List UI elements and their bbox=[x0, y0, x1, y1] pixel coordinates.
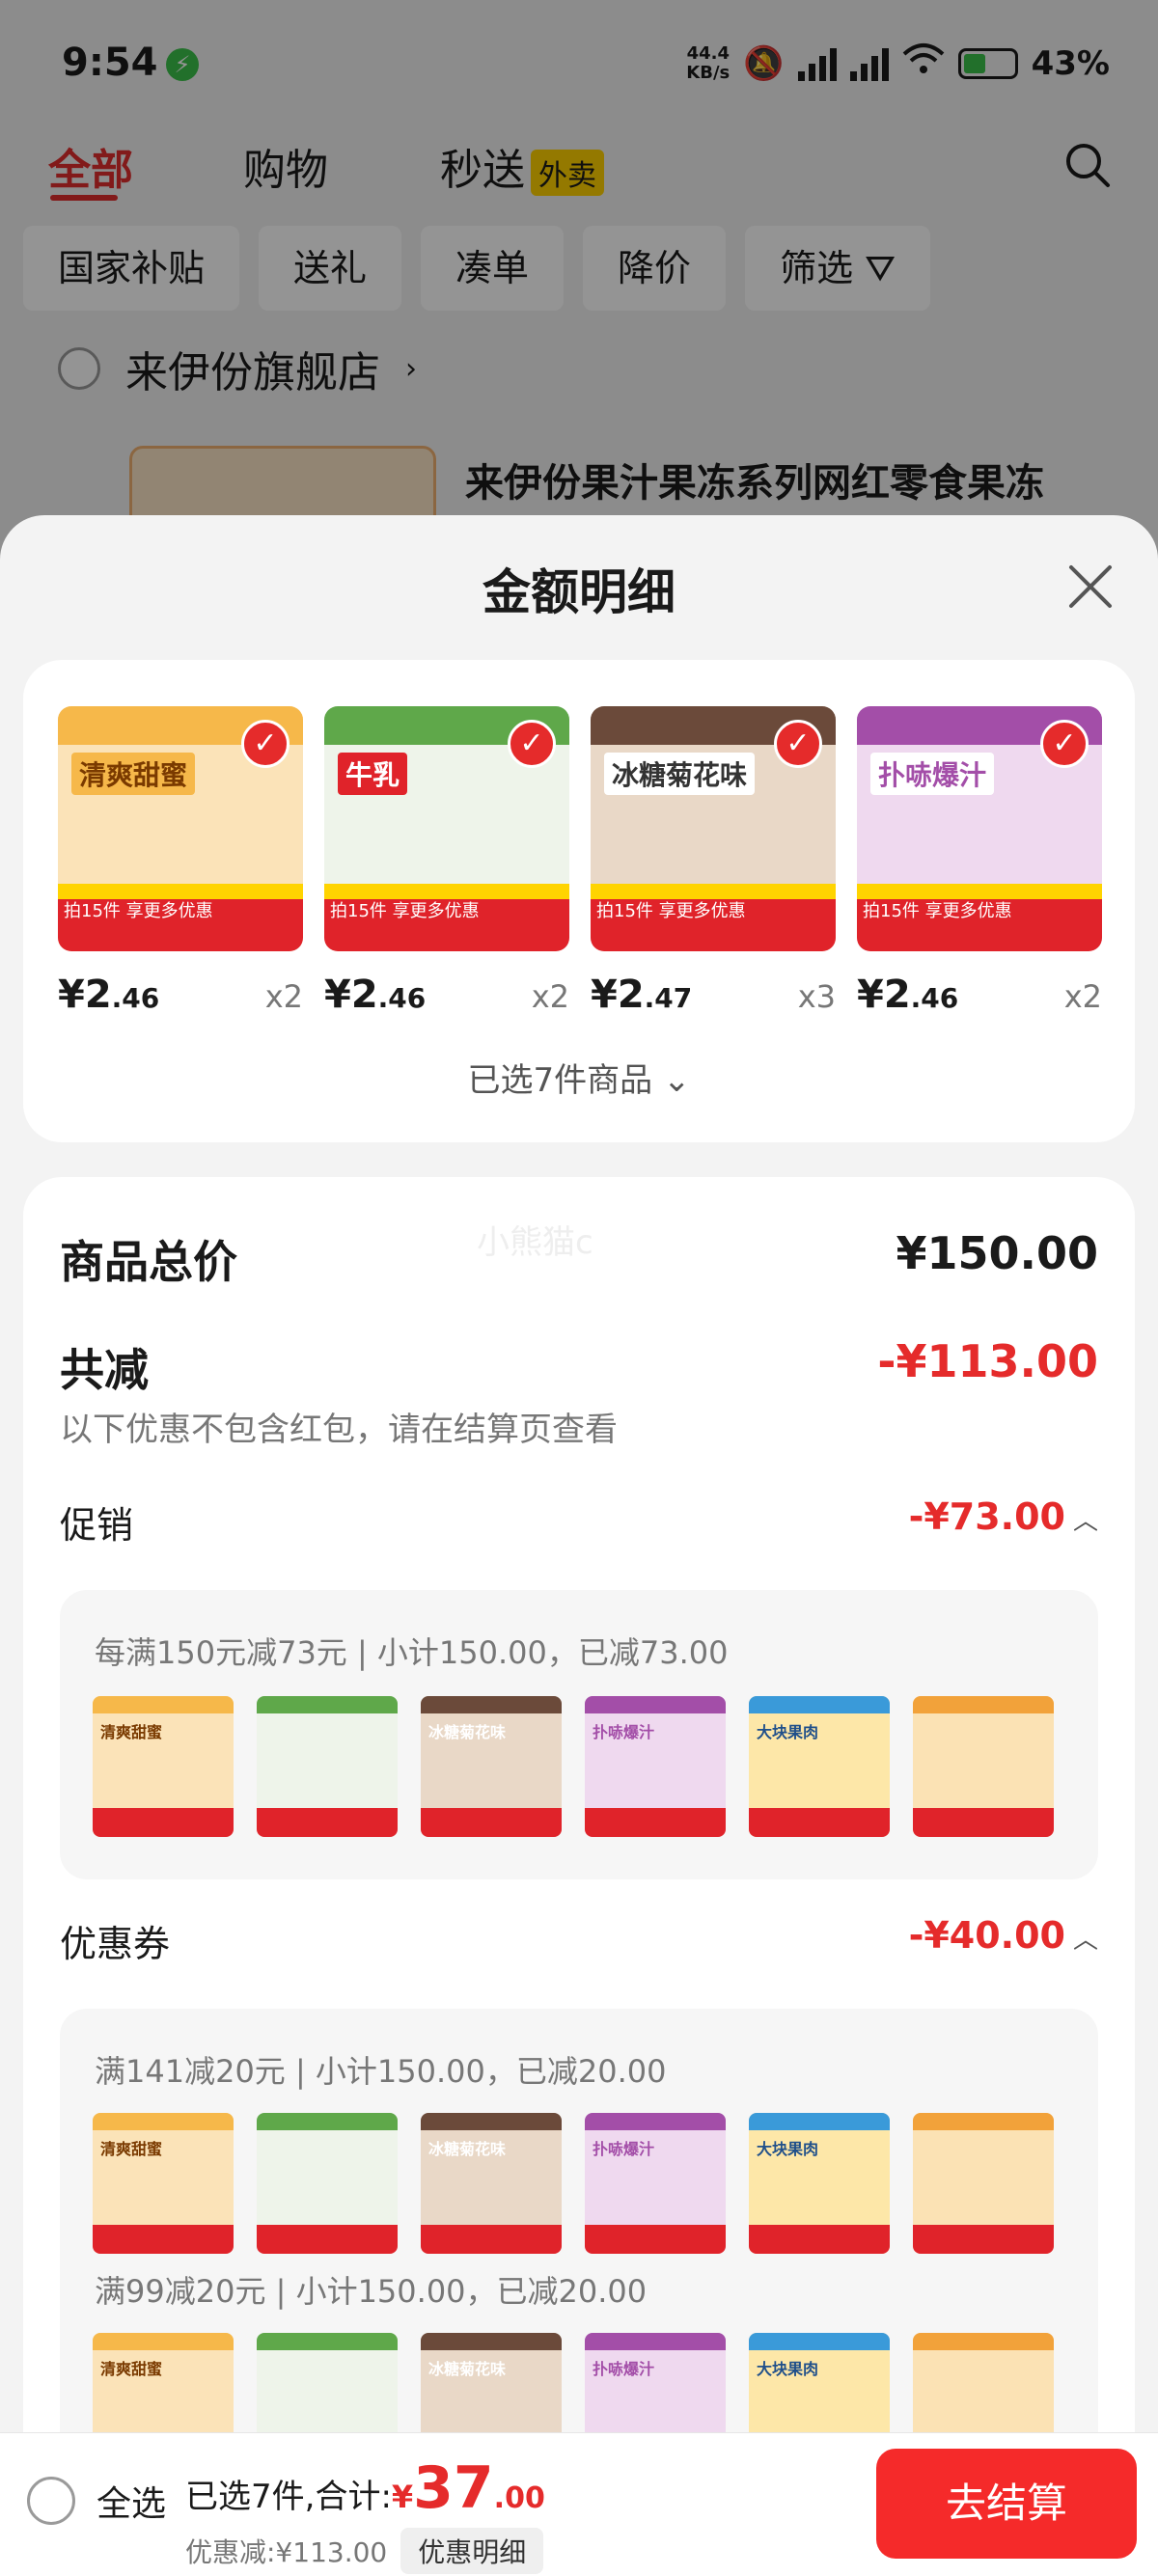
check-icon: ✓ bbox=[241, 720, 290, 768]
product-qty: x2 bbox=[1063, 978, 1102, 1015]
mini-product-thumb: 清爽甜蜜 bbox=[93, 2113, 234, 2254]
chevron-up-icon: ︿ bbox=[1072, 1507, 1098, 1536]
amount-summary-card: 小熊猫c 商品总价 ¥150.00 共减 -¥113.00 以下优惠不包含红包，… bbox=[23, 1177, 1135, 2576]
discount-text: 优惠减:¥113.00 bbox=[185, 2536, 388, 2568]
total-amount: 37 bbox=[413, 2454, 494, 2522]
product-price: ¥2.46 bbox=[58, 973, 160, 1017]
check-icon: ✓ bbox=[1040, 720, 1089, 768]
mini-product-thumb bbox=[257, 1696, 398, 1837]
reduce-value: -¥113.00 bbox=[877, 1335, 1098, 1387]
check-icon: ✓ bbox=[774, 720, 822, 768]
promo-product-thumbs: 清爽甜蜜 冰糖菊花味 扑哧爆汁 大块果肉 bbox=[93, 1696, 1054, 1837]
mini-product-thumb: 冰糖菊花味 bbox=[421, 1696, 562, 1837]
product-item[interactable]: 冰糖菊花味 拍15件 享更多优惠 ✓ ¥2.47 x3 bbox=[591, 706, 836, 1017]
promo-detail-box: 每满150元减73元 | 小计150.00，已减73.00 清爽甜蜜 冰糖菊花味… bbox=[60, 1590, 1098, 1879]
promo-value: -¥73.00 bbox=[908, 1495, 1065, 1538]
coupon-detail-2: 满99减20元 | 小计150.00，已减20.00 bbox=[95, 2273, 648, 2310]
coupon-product-thumbs: 清爽甜蜜 冰糖菊花味 扑哧爆汁 大块果肉 bbox=[93, 2113, 1054, 2254]
select-all-label: 全选 bbox=[96, 2484, 167, 2524]
mini-product-thumb: 清爽甜蜜 bbox=[93, 1696, 234, 1837]
amount-detail-sheet: 金额明细 清爽甜蜜 拍15件 享更多优惠 ✓ ¥2.46 x2 牛乳 拍15件 … bbox=[0, 515, 1158, 2576]
product-image: 冰糖菊花味 拍15件 享更多优惠 ✓ bbox=[591, 706, 836, 951]
product-price: ¥2.47 bbox=[591, 973, 693, 1017]
promo-label: 促销 bbox=[60, 1504, 134, 1547]
mini-product-thumb: 冰糖菊花味 bbox=[421, 2113, 562, 2254]
product-price: ¥2.46 bbox=[857, 973, 959, 1017]
product-item[interactable]: 扑哧爆汁 拍15件 享更多优惠 ✓ ¥2.46 x2 bbox=[857, 706, 1102, 1017]
total-value: ¥150.00 bbox=[896, 1227, 1098, 1279]
discount-detail-button[interactable]: 优惠明细 bbox=[400, 2528, 544, 2574]
product-image: 牛乳 拍15件 享更多优惠 ✓ bbox=[324, 706, 569, 951]
dim-overlay[interactable] bbox=[0, 0, 1158, 540]
mini-product-thumb: 大块果肉 bbox=[749, 1696, 890, 1837]
reduce-note: 以下优惠不包含红包，请在结算页查看 bbox=[60, 1411, 618, 1449]
product-item[interactable]: 牛乳 拍15件 享更多优惠 ✓ ¥2.46 x2 bbox=[324, 706, 569, 1017]
product-qty: x2 bbox=[264, 978, 303, 1015]
check-icon: ✓ bbox=[508, 720, 556, 768]
mini-product-thumb bbox=[913, 2113, 1054, 2254]
mini-product-thumb: 扑哧爆汁 bbox=[585, 2113, 726, 2254]
product-qty: x2 bbox=[531, 978, 569, 1015]
selected-products-card: 清爽甜蜜 拍15件 享更多优惠 ✓ ¥2.46 x2 牛乳 拍15件 享更多优惠… bbox=[23, 660, 1135, 1142]
mini-product-thumb: 扑哧爆汁 bbox=[585, 1696, 726, 1837]
reduce-label: 共减 bbox=[60, 1344, 149, 1396]
mini-product-thumb bbox=[913, 1696, 1054, 1837]
mini-product-thumb bbox=[257, 2113, 398, 2254]
chevron-down-icon: ⌄ bbox=[662, 1061, 691, 1100]
product-price: ¥2.46 bbox=[324, 973, 427, 1017]
product-qty: x3 bbox=[797, 978, 836, 1015]
checkout-button[interactable]: 去结算 bbox=[876, 2449, 1137, 2559]
product-image: 清爽甜蜜 拍15件 享更多优惠 ✓ bbox=[58, 706, 303, 951]
total-summary: 已选7件,合计:¥37.00 bbox=[185, 2454, 545, 2522]
total-label: 商品总价 bbox=[60, 1236, 237, 1288]
sheet-title: 金额明细 bbox=[482, 564, 676, 620]
close-icon[interactable] bbox=[1063, 560, 1117, 614]
promo-detail: 每满150元减73元 | 小计150.00，已减73.00 bbox=[95, 1634, 729, 1671]
discount-summary: 优惠减:¥113.00 优惠明细 bbox=[185, 2528, 544, 2574]
chevron-up-icon: ︿ bbox=[1072, 1926, 1098, 1955]
select-all-radio[interactable] bbox=[27, 2477, 75, 2525]
checkout-bar: 全选 已选7件,合计:¥37.00 优惠减:¥113.00 优惠明细 去结算 bbox=[0, 2432, 1158, 2576]
mini-product-thumb: 大块果肉 bbox=[749, 2113, 890, 2254]
coupon-value: -¥40.00 bbox=[908, 1914, 1065, 1957]
coupon-label: 优惠券 bbox=[60, 1923, 171, 1965]
product-item[interactable]: 清爽甜蜜 拍15件 享更多优惠 ✓ ¥2.46 x2 bbox=[58, 706, 303, 1017]
background-page: 9:54 ⚡ 44.4 KB/s 🔕 43% 全部 购物 秒送外卖 国家补贴 bbox=[0, 0, 1158, 567]
select-all[interactable]: 全选 bbox=[27, 2476, 166, 2526]
selected-count-toggle[interactable]: 已选7件商品 ⌄ bbox=[23, 1054, 1135, 1101]
watermark: 小熊猫c bbox=[477, 1223, 593, 1262]
product-image: 扑哧爆汁 拍15件 享更多优惠 ✓ bbox=[857, 706, 1102, 951]
coupon-detail-1: 满141减20元 | 小计150.00，已减20.00 bbox=[95, 2053, 667, 2090]
